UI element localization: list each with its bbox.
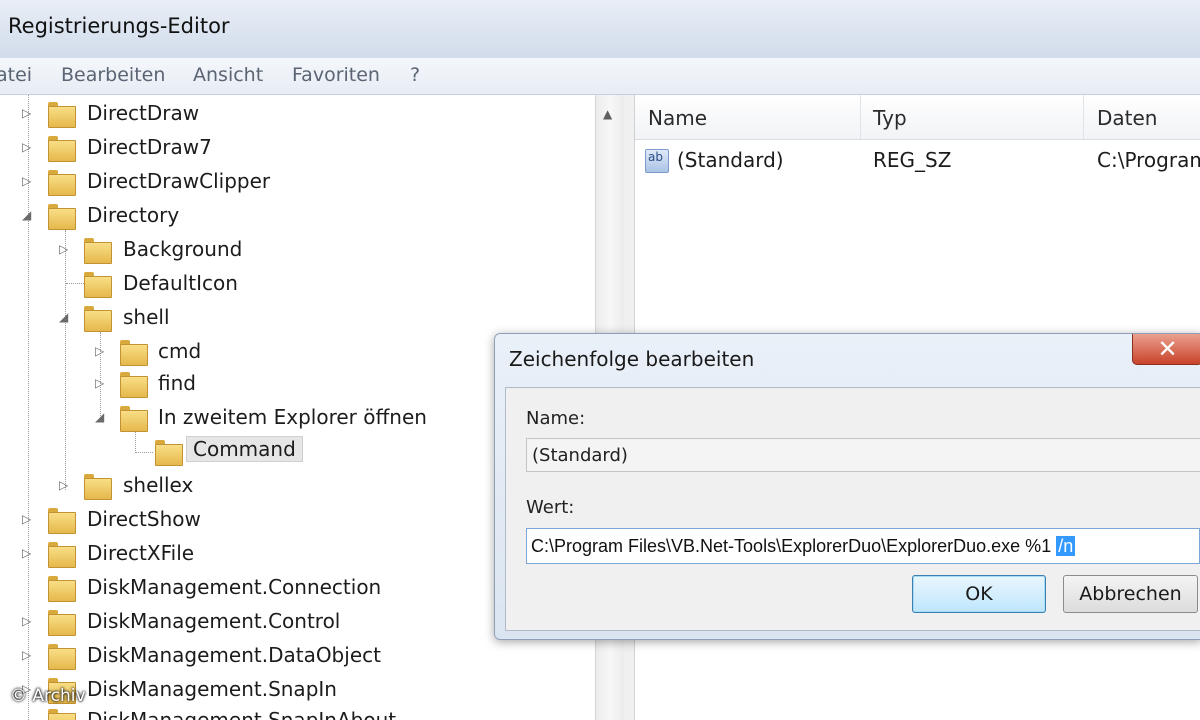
folder-icon <box>48 136 76 162</box>
menu-help[interactable]: ? <box>410 64 420 86</box>
list-header: Name Typ Daten <box>635 95 1200 140</box>
tree-item[interactable]: ▷ DirectDrawClipper <box>0 168 590 198</box>
tree-item-label: DiskManagement.Control <box>87 609 341 633</box>
column-header-name[interactable]: Name <box>648 106 707 130</box>
menu-file[interactable]: atei <box>0 64 32 86</box>
tree-item-label: DiskManagement.SnapIn <box>87 677 337 701</box>
menu-edit[interactable]: Bearbeiten <box>61 64 165 86</box>
tree-item-label: shellex <box>123 473 194 497</box>
tree-item-label: DirectDrawClipper <box>87 169 271 193</box>
column-header-type[interactable]: Typ <box>873 106 907 130</box>
expand-icon[interactable]: ▷ <box>22 546 34 560</box>
value-data: C:\Program <box>1097 148 1200 172</box>
tree-item-label: DirectShow <box>87 507 201 531</box>
expand-icon[interactable]: ▷ <box>95 376 107 390</box>
collapse-icon[interactable]: ◢ <box>22 208 34 222</box>
menu-view[interactable]: Ansicht <box>193 64 263 86</box>
close-button[interactable]: ✕ <box>1132 334 1200 365</box>
value-type: REG_SZ <box>873 148 952 172</box>
expand-icon[interactable]: ▷ <box>22 106 34 120</box>
tree-item[interactable]: ▷ DiskManagement.SnapIn <box>0 676 590 706</box>
expand-icon[interactable]: ▷ <box>59 478 71 492</box>
folder-icon <box>48 644 76 670</box>
tree-item[interactable]: ◢ Directory <box>0 202 590 232</box>
string-value-icon: ab <box>645 149 669 173</box>
tree-item-label: shell <box>123 305 170 329</box>
folder-icon <box>48 508 76 534</box>
window-title: Registrierungs-Editor <box>8 14 230 38</box>
folder-icon <box>48 709 76 720</box>
collapse-icon[interactable]: ◢ <box>59 310 71 324</box>
tree-item-label: DiskManagement.SnapInAbout <box>87 708 397 720</box>
dialog-content: Name: (Standard) Wert: C:\Program Files\… <box>505 387 1200 631</box>
tree-item-label: find <box>158 371 196 395</box>
expand-icon[interactable]: ▷ <box>22 512 34 526</box>
ok-button[interactable]: OK <box>912 575 1046 613</box>
edit-string-dialog: Zeichenfolge bearbeiten ✕ Name: (Standar… <box>494 333 1200 640</box>
expand-icon[interactable]: ▷ <box>22 648 34 662</box>
expand-icon[interactable]: ▷ <box>22 174 34 188</box>
folder-icon <box>48 204 76 230</box>
tree-item-label: DirectDraw <box>87 101 200 125</box>
folder-icon <box>84 238 112 264</box>
tree-item-label: cmd <box>158 339 202 363</box>
value-label: Wert: <box>526 497 575 518</box>
value-name: (Standard) <box>677 148 784 172</box>
folder-icon <box>48 576 76 602</box>
tree-item[interactable]: DiskManagement.SnapInAbout <box>0 707 590 720</box>
folder-icon <box>120 372 148 398</box>
scroll-up-arrow-icon[interactable]: ▲ <box>603 107 612 121</box>
expand-icon[interactable]: ▷ <box>95 344 107 358</box>
tree-item-label: Command <box>186 436 303 462</box>
folder-icon <box>84 272 112 298</box>
menu-favorites[interactable]: Favoriten <box>292 64 380 86</box>
tree-item-label: DirectDraw7 <box>87 135 212 159</box>
tree-item-label: In zweitem Explorer öffnen <box>158 405 427 429</box>
value-text: C:\Program Files\VB.Net-Tools\ExplorerDu… <box>531 536 1057 556</box>
name-field: (Standard) <box>526 438 1200 472</box>
copyright-watermark: © Archiv <box>10 686 86 706</box>
tree-item-label: Directory <box>87 203 180 227</box>
name-label: Name: <box>526 408 586 429</box>
tree-item-label: Background <box>123 237 243 261</box>
tree-item[interactable]: ▷ DirectDraw7 <box>0 134 590 164</box>
tree-item[interactable]: DefaultIcon <box>0 270 590 300</box>
tree-item-label: DirectXFile <box>87 541 195 565</box>
tree-item-label: DiskManagement.Connection <box>87 575 382 599</box>
collapse-icon[interactable]: ◢ <box>95 410 107 424</box>
folder-icon <box>48 102 76 128</box>
cancel-button[interactable]: Abbrechen <box>1063 575 1198 613</box>
value-field[interactable]: C:\Program Files\VB.Net-Tools\ExplorerDu… <box>526 528 1200 564</box>
folder-icon <box>120 406 148 432</box>
menu-bar: atei Bearbeiten Ansicht Favoriten ? <box>0 58 1200 95</box>
folder-icon <box>48 170 76 196</box>
folder-icon <box>84 306 112 332</box>
folder-icon <box>120 340 148 366</box>
expand-icon[interactable]: ▷ <box>22 614 34 628</box>
folder-icon <box>48 610 76 636</box>
folder-icon <box>84 474 112 500</box>
column-header-data[interactable]: Daten <box>1097 106 1157 130</box>
folder-icon <box>155 440 183 466</box>
expand-icon[interactable]: ▷ <box>59 242 71 256</box>
dialog-title: Zeichenfolge bearbeiten <box>509 347 755 371</box>
value-selection: /n <box>1056 536 1076 556</box>
tree-item[interactable]: ▷ Background <box>0 236 590 266</box>
expand-icon[interactable]: ▷ <box>22 140 34 154</box>
tree-item[interactable]: ◢ shell <box>0 304 590 334</box>
tree-item[interactable]: ▷ DiskManagement.DataObject <box>0 642 590 672</box>
title-bar: Registrierungs-Editor <box>0 0 1200 59</box>
folder-icon <box>48 542 76 568</box>
tree-item-label: DefaultIcon <box>123 271 238 295</box>
tree-item[interactable]: ▷ DirectDraw <box>0 100 590 130</box>
tree-item-label: DiskManagement.DataObject <box>87 643 381 667</box>
